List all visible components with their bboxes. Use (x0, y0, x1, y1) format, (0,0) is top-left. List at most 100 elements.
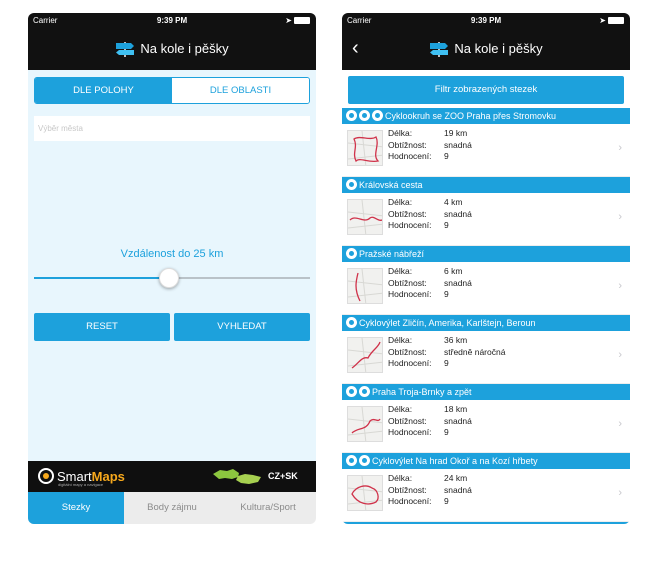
route-map-thumbnail-svg (348, 200, 382, 234)
signpost-icon (116, 42, 135, 57)
route-title: Pražské nábřeží (359, 249, 425, 259)
activity-type-icon (359, 386, 370, 397)
route-length-line: Délka: 19 km (388, 128, 472, 140)
nav-title: Na kole i pěšky (342, 41, 630, 57)
route-difficulty-value: snadná (444, 415, 472, 426)
chevron-right-icon: › (618, 418, 622, 430)
search-button[interactable]: VYHLEDAT (174, 313, 310, 341)
route-length-label: Délka: (388, 404, 413, 414)
route-details: Délka: 36 km Obtížnost: středně náročná Hodn… (388, 335, 505, 370)
route-header: Pražské nábřeží (342, 246, 630, 262)
route-map-thumbnail-svg (348, 407, 382, 441)
route-difficulty-label: Obtížnost: (388, 277, 427, 288)
route-title: Praha Troja-Brnky a zpět (372, 387, 472, 397)
route-row[interactable]: Délka: 36 km Obtížnost: středně náročná Hodn… (342, 331, 630, 384)
route-rating-label: Hodnocení: (388, 220, 432, 230)
route-row[interactable]: Délka: 4 km Obtížnost: snadná Hodnocení: 9 › (342, 193, 630, 246)
bottom-tab-bar: Stezky Body zájmu Kultura/Sport (28, 492, 316, 524)
tab-trails[interactable]: Stezky (28, 492, 124, 524)
route-length-label: Délka: (388, 266, 413, 276)
status-time: 9:39 PM (470, 16, 502, 25)
tab-points-of-interest[interactable]: Body zájmu (124, 492, 220, 524)
route-header: Praha Troja-Brnky a zpět (342, 384, 630, 400)
route-difficulty-line: Obtížnost: snadná (388, 278, 472, 290)
phone-screen-results: Carrier 9:39 PM ➤ ‹ Na kole i pěšky Filt… (342, 13, 630, 524)
route-length-value: 19 km (444, 128, 468, 138)
route-rating-line: Hodnocení: 9 (388, 496, 472, 508)
route-row[interactable]: Délka: 19 km Obtížnost: snadná Hodnocení: 9 › (342, 124, 630, 177)
status-time: 9:39 PM (156, 16, 188, 25)
route-length-label: Délka: (388, 128, 413, 138)
route-map-thumbnail-svg (348, 269, 382, 303)
tab-culture-sport[interactable]: Kultura/Sport (220, 492, 316, 524)
battery-icon: ➤ (285, 16, 310, 25)
city-search-input[interactable] (34, 116, 310, 141)
nav-bar: Na kole i pěšky (28, 28, 316, 70)
route-map-thumbnail (347, 337, 383, 373)
chevron-right-icon: › (618, 142, 622, 154)
route-rating-value: 9 (444, 358, 449, 368)
route-rating-value: 9 (444, 289, 449, 299)
route-length-value: 36 km (444, 335, 468, 345)
route-difficulty-value: snadná (444, 277, 472, 288)
route-rating-line: Hodnocení: 9 (388, 358, 505, 370)
route-length-value: 18 km (444, 404, 468, 414)
app-title: Na kole i pěšky (454, 41, 543, 56)
chevron-right-icon: › (618, 211, 622, 223)
route-map-thumbnail (347, 130, 383, 166)
route-details: Délka: 19 km Obtížnost: snadná Hodnocení: 9 (388, 128, 472, 163)
route-difficulty-label: Obtížnost: (388, 208, 427, 219)
tab-by-area[interactable]: DLE OBLASTI (172, 78, 309, 103)
chevron-right-icon: › (618, 487, 622, 499)
route-map-thumbnail (347, 475, 383, 511)
route-difficulty-line: Obtížnost: snadná (388, 209, 472, 221)
route-rating-label: Hodnocení: (388, 358, 432, 368)
distance-slider[interactable] (34, 268, 310, 288)
brand-banner[interactable]: SmartMaps digitální mapy a navigace CZ+S… (28, 461, 316, 492)
slider-thumb[interactable] (159, 268, 180, 288)
activity-type-icon (346, 110, 357, 121)
route-rating-value: 9 (444, 427, 449, 437)
status-bar: Carrier 9:39 PM ➤ (28, 13, 316, 28)
route-difficulty-line: Obtížnost: středně náročná (388, 347, 505, 359)
route-rating-value: 9 (444, 151, 449, 161)
signpost-icon (430, 42, 449, 57)
activity-type-icon (346, 179, 357, 190)
route-rating-value: 9 (444, 496, 449, 506)
route-header: Královská cesta (342, 177, 630, 193)
route-row[interactable]: Délka: 6 km Obtížnost: snadná Hodnocení: 9 › (342, 262, 630, 315)
route-difficulty-label: Obtížnost: (388, 139, 427, 150)
route-rating-line: Hodnocení: 9 (388, 220, 472, 232)
region-label: CZ+SK (268, 471, 298, 481)
search-panel: DLE POLOHY DLE OBLASTI Vzdálenost do 25 … (28, 70, 316, 461)
reset-button[interactable]: RESET (34, 313, 170, 341)
brand-tagline: digitální mapy a navigace (58, 482, 104, 487)
phone-screen-search: Carrier 9:39 PM ➤ Na kole i pěšky DLE PO… (28, 13, 316, 524)
route-difficulty-value: středně náročná (444, 346, 506, 357)
route-row[interactable]: Délka: 24 km Obtížnost: snadná Hodnocení: 9 › (342, 469, 630, 522)
route-difficulty-value: snadná (444, 208, 472, 219)
route-length-value: 6 km (444, 266, 463, 276)
route-difficulty-label: Obtížnost: (388, 484, 427, 495)
route-map-thumbnail (347, 268, 383, 304)
route-difficulty-line: Obtížnost: snadná (388, 416, 472, 428)
activity-type-icon (372, 110, 383, 121)
filter-trails-button[interactable]: Filtr zobrazených stezek (348, 76, 624, 104)
activity-type-icon (346, 248, 357, 259)
activity-type-icon (346, 386, 357, 397)
route-length-line: Délka: 4 km (388, 197, 472, 209)
route-details: Délka: 4 km Obtížnost: snadná Hodnocení: 9 (388, 197, 472, 232)
route-rating-label: Hodnocení: (388, 289, 432, 299)
route-details: Délka: 6 km Obtížnost: snadná Hodnocení: 9 (388, 266, 472, 301)
route-map-thumbnail (347, 406, 383, 442)
tab-by-location[interactable]: DLE POLOHY (35, 78, 172, 103)
route-header: Cyklovýlet Na hrad Okoř a na Kozí hřbety (342, 453, 630, 469)
activity-type-icon (359, 110, 370, 121)
route-title: Královská cesta (359, 180, 423, 190)
route-map-thumbnail-svg (348, 476, 382, 510)
route-row[interactable]: Délka: 18 km Obtížnost: snadná Hodnocení: 9 › (342, 400, 630, 453)
route-length-value: 24 km (444, 473, 468, 483)
route-difficulty-line: Obtížnost: snadná (388, 140, 472, 152)
route-rating-line: Hodnocení: 9 (388, 151, 472, 163)
status-bar: Carrier 9:39 PM ➤ (342, 13, 630, 28)
